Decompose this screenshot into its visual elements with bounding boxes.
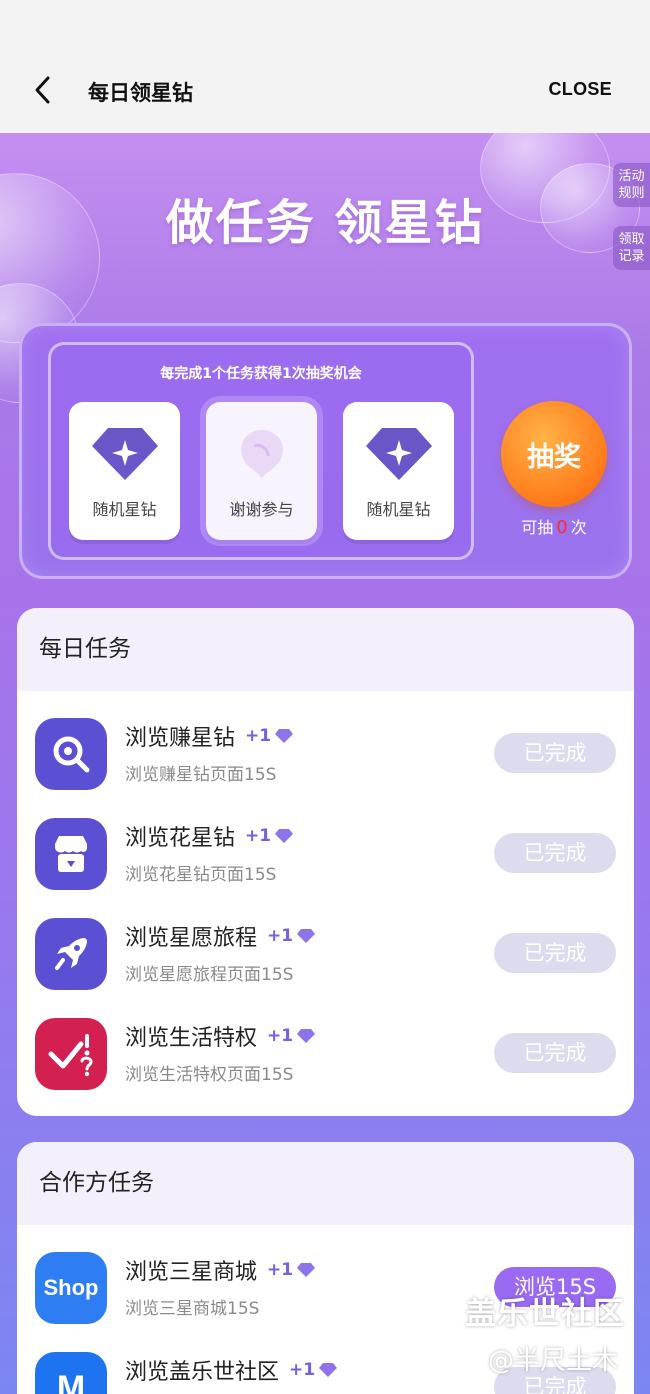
members-icon: M [35, 1352, 107, 1394]
task-reward: +1 [289, 1360, 338, 1380]
task-reward: +1 [245, 826, 294, 846]
prize-label: 随机星钻 [366, 500, 431, 519]
task-subtitle: 浏览花星钻页面15S [125, 865, 277, 885]
prize-card: 随机星钻 [343, 402, 454, 540]
prize-card: 谢谢参与 [200, 396, 323, 546]
hero-title: 做任务 领星钻 [165, 195, 485, 251]
prize-card: 随机星钻 [69, 402, 180, 540]
small-diamond-icon [297, 1029, 316, 1043]
watermark-author: @半尺土木 [488, 1346, 619, 1376]
prize-label: 随机星钻 [92, 500, 157, 519]
small-diamond-icon [297, 929, 316, 943]
task-done-button[interactable]: 已完成 [494, 933, 616, 973]
lottery-panel: 每完成1个任务获得1次抽奖机会 随机星钻 谢谢参与 随机星钻 抽奖 可抽 0 次 [19, 323, 632, 579]
daily-task-card: 每日任务 浏览赚星钻 +1 浏览赚星钻页面15S 已完成 浏览花星钻 +1 浏览花星… [17, 608, 634, 1116]
task-title: 浏览花星钻 [125, 826, 236, 851]
small-diamond-icon [275, 829, 294, 843]
task-done-button[interactable]: 已完成 [494, 833, 616, 873]
rocket-icon [35, 918, 107, 990]
draw-chances: 可抽 0 次 [492, 514, 616, 538]
chevron-left-icon [35, 76, 50, 104]
back-button[interactable] [22, 70, 62, 110]
small-diamond-icon [319, 1363, 338, 1377]
thanks-flower-icon [240, 430, 283, 478]
shop-icon: Shop [35, 1252, 107, 1324]
daily-task-heading: 每日任务 [17, 608, 634, 691]
app-bar: 每日领星钻 CLOSE [0, 0, 650, 133]
task-subtitle: 浏览赚星钻页面15S [125, 765, 277, 785]
task-reward: +1 [267, 1026, 316, 1046]
task-subtitle: 浏览星愿旅程页面15S [125, 965, 294, 985]
task-reward: +1 [267, 926, 316, 946]
task-subtitle: 浏览生活特权页面15S [125, 1065, 294, 1085]
lottery-hint: 每完成1个任务获得1次抽奖机会 [160, 366, 362, 382]
chances-suffix: 次 [570, 518, 587, 537]
task-row: 浏览生活特权 +1 浏览生活特权页面15S 已完成 [17, 991, 634, 1091]
small-diamond-icon [275, 729, 294, 743]
diamond-icon [91, 428, 158, 480]
task-row: 浏览赚星钻 +1 浏览赚星钻页面15S 已完成 [17, 691, 634, 791]
task-reward: +1 [267, 1260, 316, 1280]
task-done-button[interactable]: 已完成 [494, 733, 616, 773]
rules-tab[interactable]: 活动规则 [613, 163, 650, 207]
task-title: 浏览赚星钻 [125, 726, 236, 751]
magnifier-icon [35, 718, 107, 790]
task-subtitle: 浏览三星商城15S [125, 1299, 260, 1319]
watermark-community: 盖乐世社区 [465, 1296, 625, 1332]
chances-prefix: 可抽 [521, 518, 554, 537]
task-title: 浏览三星商城 [125, 1260, 258, 1285]
prize-label: 谢谢参与 [229, 500, 294, 519]
task-row: 浏览星愿旅程 +1 浏览星愿旅程页面15S 已完成 [17, 891, 634, 991]
store-icon [35, 818, 107, 890]
diamond-icon [365, 428, 432, 480]
chances-count: 0 [556, 517, 568, 538]
prize-panel: 每完成1个任务获得1次抽奖机会 随机星钻 谢谢参与 随机星钻 [48, 342, 474, 560]
task-done-button[interactable]: 已完成 [494, 1033, 616, 1073]
activity-stage: 做任务 领星钻 活动规则 领取记录 每完成1个任务获得1次抽奖机会 随机星钻 谢… [0, 133, 650, 1394]
task-title: 浏览星愿旅程 [125, 926, 258, 951]
task-title: 浏览生活特权 [125, 1026, 258, 1051]
task-reward: +1 [245, 726, 294, 746]
page-title: 每日领星钻 [88, 81, 193, 105]
small-diamond-icon [297, 1263, 316, 1277]
task-row: 浏览花星钻 +1 浏览花星钻页面15S 已完成 [17, 791, 634, 891]
draw-button[interactable]: 抽奖 [501, 401, 607, 507]
close-button[interactable]: CLOSE [548, 79, 612, 100]
partner-task-heading: 合作方任务 [17, 1142, 634, 1225]
check-question-icon [35, 1018, 107, 1090]
task-title: 浏览盖乐世社区 [125, 1360, 280, 1385]
records-tab[interactable]: 领取记录 [613, 226, 650, 270]
